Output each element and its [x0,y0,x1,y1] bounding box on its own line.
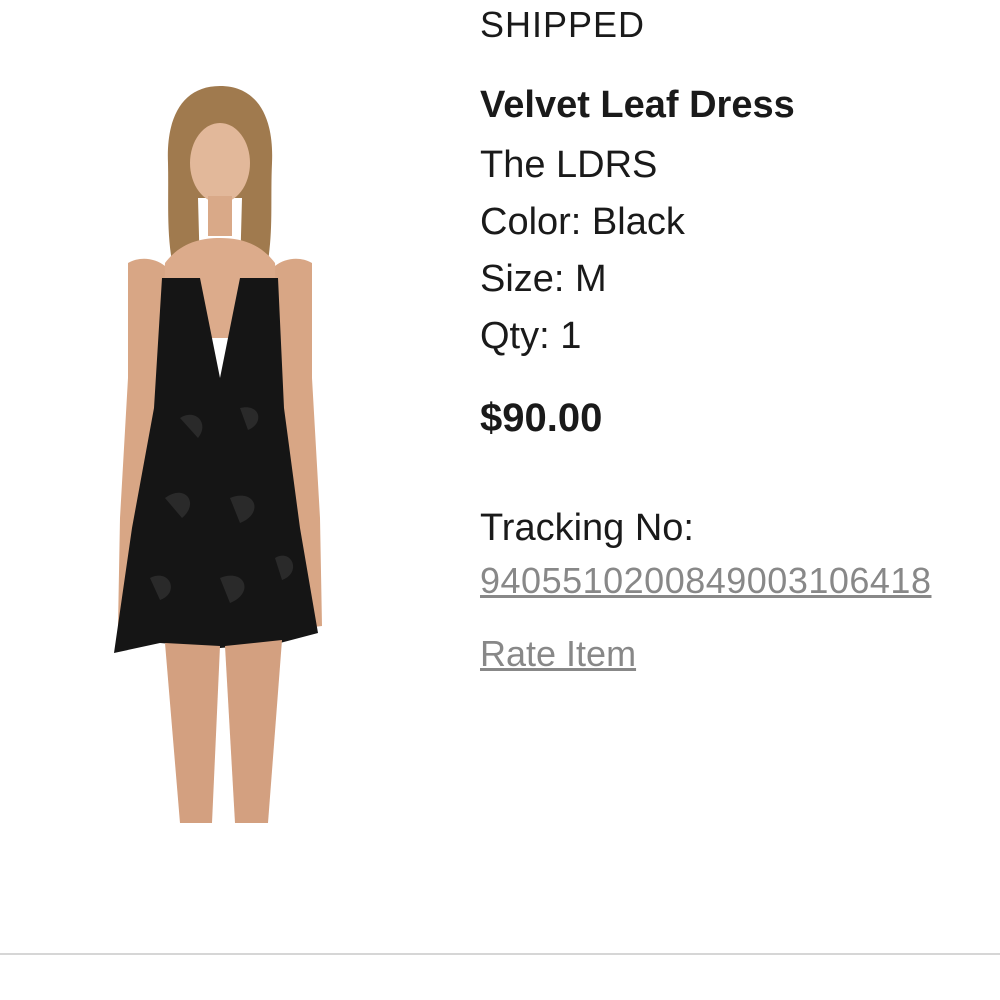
status-label: SHIPPED [480,4,646,45]
divider [0,953,1000,955]
product-image[interactable] [70,78,370,823]
product-quantity: Qty: 1 [480,315,582,357]
rate-item-link[interactable]: Rate Item [480,633,636,675]
product-size: Size: M [480,258,607,300]
tracking-label: Tracking No: [480,507,694,549]
product-price: $90.00 [480,396,603,440]
product-name: Velvet Leaf Dress [480,84,795,126]
tracking-number-link[interactable]: 9405510200849003106418 [480,560,931,602]
product-brand: The LDRS [480,144,658,186]
product-color: Color: Black [480,201,685,243]
